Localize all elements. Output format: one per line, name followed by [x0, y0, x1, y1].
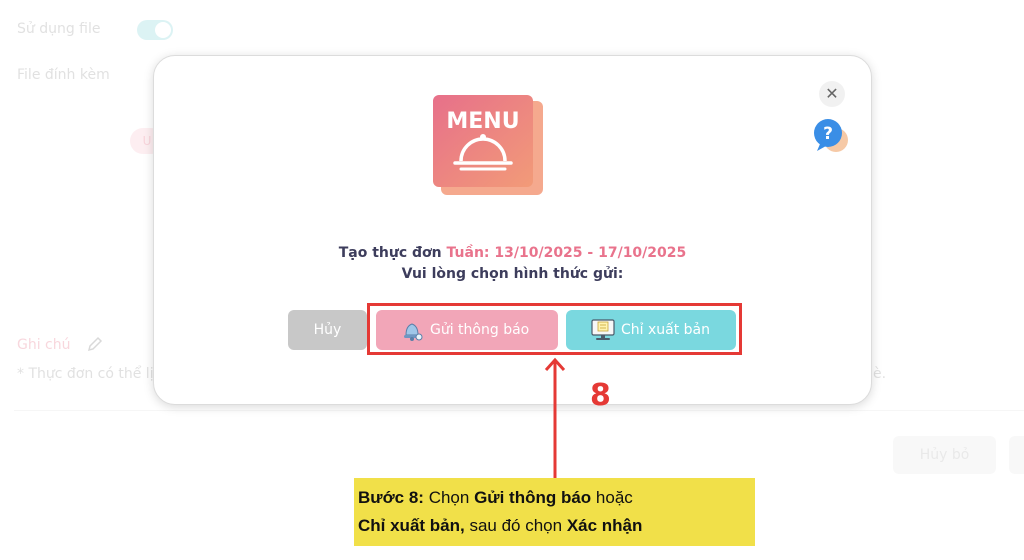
callout-bold-1: Gửi thông báo [474, 488, 592, 507]
cancel-button[interactable]: Hủy [288, 310, 367, 350]
callout-text-2: hoặc [591, 488, 633, 507]
callout-line-2: Chỉ xuất bản, sau đó chọn Xác nhận [358, 512, 749, 540]
modal-subtitle: Vui lòng chọn hình thức gửi: [401, 266, 624, 282]
highlight-box [367, 303, 742, 355]
step-number: 8 [590, 378, 611, 413]
title-week: Tuần: 13/10/2025 - 17/10/2025 [446, 245, 687, 261]
menu-cloche-icon: MENU [433, 95, 543, 195]
modal-title: Tạo thực đơn Tuần: 13/10/2025 - 17/10/20… [153, 245, 872, 261]
step-label: Bước 8: [358, 488, 424, 507]
svg-text:?: ? [823, 124, 833, 144]
callout-text-3: sau đó chọn [464, 516, 567, 535]
help-icon[interactable]: ? [811, 117, 851, 157]
arrow-up-icon [544, 357, 566, 480]
callout-bold-3: Xác nhận [566, 516, 643, 535]
cancel-label: Hủy [313, 322, 342, 338]
menu-icon-text: MENU [446, 109, 519, 134]
callout-text-1: Chọn [423, 488, 475, 507]
close-icon: ✕ [825, 84, 839, 103]
close-button[interactable]: ✕ [819, 81, 845, 107]
title-prefix: Tạo thực đơn [338, 245, 447, 261]
instruction-callout: Bước 8: Chọn Gửi thông báo hoặc Chỉ xuất… [354, 478, 755, 546]
callout-line-1: Bước 8: Chọn Gửi thông báo hoặc [358, 484, 749, 512]
callout-bold-2: Chỉ xuất bản, [358, 516, 465, 535]
